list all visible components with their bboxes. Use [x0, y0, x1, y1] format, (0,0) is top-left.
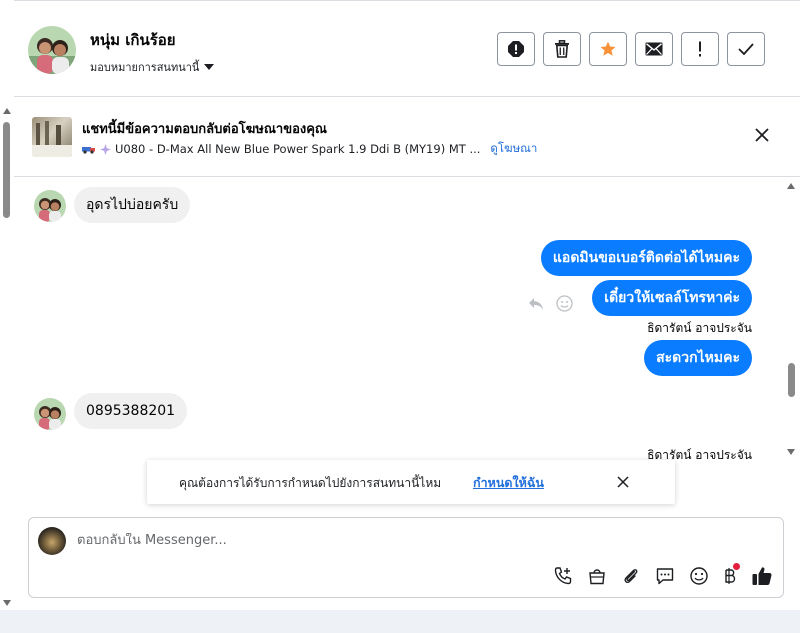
assign-prompt-text: คุณต้องการได้รับการกำหนดไปยังการสนทนานี้… — [179, 476, 442, 490]
reply-input[interactable] — [77, 533, 677, 548]
assign-label: มอบหมายการสนทนานี้ — [90, 61, 200, 74]
notification-dot — [733, 563, 740, 570]
contact-avatar-small[interactable] — [34, 398, 66, 430]
sparkle-icon — [100, 143, 111, 155]
close-icon[interactable] — [617, 476, 629, 488]
mark-spam-button[interactable] — [497, 32, 535, 66]
message-actions — [528, 295, 573, 312]
delete-button[interactable] — [543, 32, 581, 66]
assign-to-me-link[interactable]: กำหนดให้ฉัน — [473, 473, 544, 493]
chevron-down-icon — [204, 64, 215, 70]
mark-unread-button[interactable] — [635, 32, 673, 66]
payment-request-button[interactable] — [723, 563, 740, 586]
mark-done-button[interactable] — [727, 32, 765, 66]
like-icon[interactable] — [751, 565, 773, 587]
follow-up-button[interactable] — [681, 32, 719, 66]
thread-scrollbar[interactable] — [784, 177, 800, 467]
spam-icon — [508, 41, 524, 57]
conversation-header: หนุ่ม เกินร้อย มอบหมายการสนทนานี้ — [14, 0, 800, 97]
reply-composer — [28, 517, 784, 598]
scroll-up-arrow-icon[interactable] — [3, 108, 11, 114]
conversation-panel: หนุ่ม เกินร้อย มอบหมายการสนทนานี้ แชทนี้… — [0, 0, 800, 610]
scroll-down-arrow-icon[interactable] — [3, 600, 11, 606]
check-icon — [738, 43, 754, 55]
scroll-thumb[interactable] — [788, 363, 795, 397]
trash-icon — [555, 40, 569, 58]
message-bubble-outgoing[interactable]: แอดมินขอเบอร์ติดต่อได้ไหมคะ — [540, 240, 752, 276]
scroll-down-arrow-icon[interactable] — [787, 449, 795, 455]
composer-toolbar — [553, 563, 773, 587]
ad-reply-banner: แชทนี้มีข้อความตอบกลับต่อโฆษณาของคุณ U08… — [14, 97, 800, 177]
contact-name: หนุ่ม เกินร้อย — [90, 31, 176, 49]
ad-name: U080 - D-Max All New Blue Power Spark 1.… — [115, 142, 481, 156]
saved-reply-icon[interactable] — [655, 566, 675, 586]
message-bubble-outgoing[interactable]: เดี๋ยวให้เซลล์โทรหาค่ะ — [592, 280, 752, 316]
star-icon — [600, 41, 616, 56]
scroll-up-arrow-icon[interactable] — [787, 183, 795, 189]
reply-icon[interactable] — [528, 297, 544, 311]
star-button[interactable] — [589, 32, 627, 66]
envelope-icon — [645, 42, 663, 56]
page-avatar — [38, 527, 66, 555]
assign-conversation-dropdown[interactable]: มอบหมายการสนทนานี้ — [90, 58, 215, 76]
sender-name: ธิดารัตน์ อาจประจัน — [647, 321, 752, 335]
contact-avatar[interactable] — [28, 26, 76, 74]
emoji-icon[interactable] — [689, 566, 709, 586]
ad-banner-subtitle: U080 - D-Max All New Blue Power Spark 1.… — [82, 140, 537, 158]
message-bubble-outgoing[interactable]: สะดวกไหมคะ — [644, 340, 752, 376]
header-actions — [497, 32, 765, 66]
view-ad-link[interactable]: ดูโฆษณา — [490, 140, 537, 158]
paperclip-icon[interactable] — [621, 566, 641, 586]
close-icon[interactable] — [754, 127, 770, 143]
scroll-thumb[interactable] — [3, 122, 10, 218]
left-scrollbar[interactable] — [0, 98, 14, 610]
emoji-react-icon[interactable] — [556, 295, 573, 312]
shop-bag-icon[interactable] — [587, 566, 607, 586]
exclamation-icon — [699, 41, 701, 57]
car-icon — [82, 147, 95, 154]
call-add-icon[interactable] — [553, 566, 573, 586]
message-bubble-incoming[interactable]: 0895388201 — [74, 393, 188, 429]
message-bubble-incoming[interactable]: อุดรไปบ่อยครับ — [74, 187, 191, 223]
assign-prompt-toast: คุณต้องการได้รับการกำหนดไปยังการสนทนานี้… — [147, 460, 675, 504]
ad-banner-title: แชทนี้มีข้อความตอบกลับต่อโฆษณาของคุณ — [82, 122, 327, 137]
ad-thumbnail[interactable] — [32, 117, 72, 157]
contact-avatar-small[interactable] — [34, 190, 66, 222]
